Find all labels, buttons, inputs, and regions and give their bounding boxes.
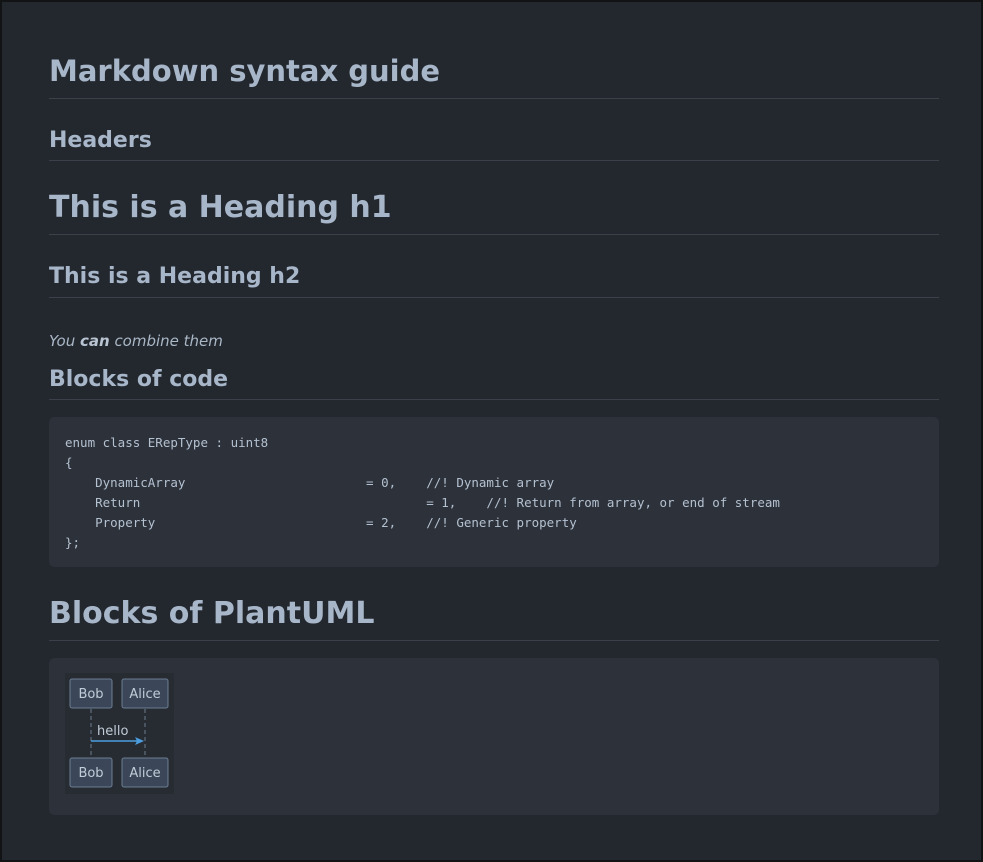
combine-text-after: combine them: [109, 332, 223, 350]
combine-text-before: You: [49, 332, 80, 350]
combine-text-bold: can: [79, 332, 110, 350]
participant-alice-top-label: Alice: [129, 687, 160, 702]
combine-text: You can combine them: [49, 332, 223, 350]
heading-h2-example: This is a Heading h2: [49, 261, 939, 298]
participant-alice-bottom-label: Alice: [129, 766, 160, 781]
sequence-diagram-svg: Bob Alice hello Bob Alice: [69, 678, 169, 788]
page-title: Markdown syntax guide: [49, 51, 939, 99]
plantuml-block: Bob Alice hello Bob Alice: [49, 658, 939, 815]
sequence-diagram: Bob Alice hello Bob Alice: [65, 673, 174, 794]
code-content: enum class ERepType : uint8 { DynamicArr…: [65, 435, 780, 550]
section-code-title: Blocks of code: [49, 365, 939, 400]
section-headers-title: Headers: [49, 126, 939, 161]
participant-bob-bottom-label: Bob: [78, 766, 103, 781]
message-label: hello: [97, 724, 128, 739]
markdown-preview-window: Markdown syntax guide Headers This is a …: [0, 0, 983, 862]
code-block: enum class ERepType : uint8 { DynamicArr…: [49, 417, 939, 567]
section-plantuml-title: Blocks of PlantUML: [49, 594, 939, 641]
participant-bob-top-label: Bob: [78, 687, 103, 702]
heading-h1-example: This is a Heading h1: [49, 187, 939, 235]
